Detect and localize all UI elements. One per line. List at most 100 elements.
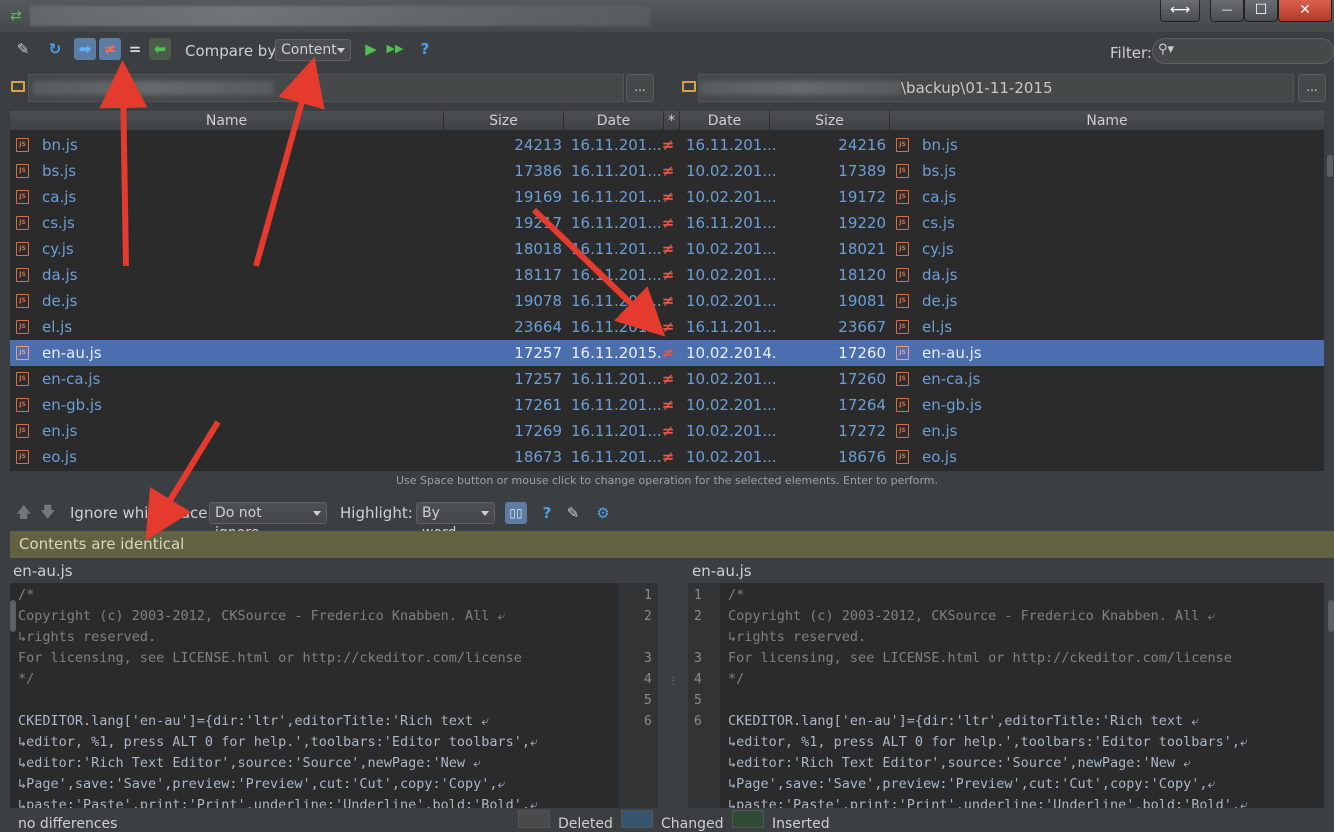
right-code-line: ↳rights reserved. xyxy=(728,629,867,645)
show-right-newer-toggle[interactable]: ⬅ xyxy=(149,38,171,60)
right-file-date: 10.02.201... xyxy=(686,188,776,206)
header-left-size[interactable]: Size xyxy=(444,111,564,131)
table-row[interactable]: JS en-au.js 17257 16.11.2015... ≠ 10.02.2014.… xyxy=(10,340,1324,366)
right-file-size: 17260 xyxy=(838,370,886,388)
show-different-toggle[interactable]: ≠ xyxy=(99,38,121,60)
left-code-line: For licensing, see LICENSE.html or http:… xyxy=(18,650,522,666)
resize-button[interactable]: ⟷ xyxy=(1160,0,1200,22)
right-file-name: bn.js xyxy=(922,136,958,154)
left-file-date: 16.11.201... xyxy=(571,422,662,440)
refresh-icon[interactable]: ↻ xyxy=(44,38,66,60)
prev-diff-icon[interactable]: 🡅 xyxy=(16,502,31,527)
left-file-size: 17257 xyxy=(514,370,562,388)
diff-help-icon[interactable]: ? xyxy=(536,502,558,524)
table-row[interactable]: JS da.js 18117 16.11.201... ≠ 10.02.201... 181… xyxy=(10,262,1324,288)
right-code-line: ↳editor:'Rich Text Editor',source:'Sourc… xyxy=(728,755,1191,771)
left-file-icon: JS xyxy=(16,320,29,334)
minimize-button[interactable]: — xyxy=(1210,0,1244,22)
left-code-line: ↳editor, %1, press ALT 0 for help.',tool… xyxy=(18,734,538,750)
table-row[interactable]: JS en-gb.js 17261 16.11.201... ≠ 10.02.201...… xyxy=(10,392,1324,418)
left-file-date: 16.11.201... xyxy=(571,370,662,388)
help-icon[interactable]: ? xyxy=(414,38,436,60)
left-path-input[interactable] xyxy=(28,74,624,102)
right-code-line: */ xyxy=(728,671,745,687)
left-file-name: ca.js xyxy=(42,188,77,206)
ignore-whitespace-dropdown[interactable]: Do not ignore xyxy=(209,502,327,541)
left-file-size: 17269 xyxy=(514,422,562,440)
left-path-blurred xyxy=(33,81,273,95)
left-editor[interactable]: /* Copyright (c) 2003-2012, CKSource - Fr… xyxy=(10,583,618,808)
line-number: 5 xyxy=(694,693,702,708)
divider-handle[interactable]: ⋮ xyxy=(668,676,678,687)
header-left-date[interactable]: Date xyxy=(564,111,664,131)
table-row[interactable]: JS bs.js 17386 16.11.201... ≠ 10.02.201... 173… xyxy=(10,158,1324,184)
left-code-line: /* xyxy=(18,587,35,603)
left-file-icon: JS xyxy=(16,346,29,360)
operation-hint: Use Space button or mouse click to chang… xyxy=(10,471,1324,491)
table-row[interactable]: JS bn.js 24213 16.11.201... ≠ 16.11.201... 242… xyxy=(10,132,1324,158)
left-file-size: 17261 xyxy=(514,396,562,414)
right-file-date: 10.02.201... xyxy=(686,396,776,414)
left-file-label: en-au.js xyxy=(13,562,73,580)
settings-icon[interactable]: ⚙ xyxy=(592,502,614,524)
edit-icon[interactable]: ✎ xyxy=(12,38,34,60)
edit-source-icon[interactable]: ✎ xyxy=(562,502,584,524)
table-row[interactable]: JS cy.js 18018 16.11.201... ≠ 10.02.201... 180… xyxy=(10,236,1324,262)
right-file-icon: JS xyxy=(896,138,909,152)
header-left-name[interactable]: Name xyxy=(10,111,444,131)
right-file-name: bs.js xyxy=(922,162,957,180)
line-number: 4 xyxy=(644,672,652,687)
left-editor-scrollbar[interactable] xyxy=(10,600,16,632)
left-file-date: 16.11.201... xyxy=(571,240,662,258)
right-file-icon: JS xyxy=(896,346,909,360)
header-right-name[interactable]: Name xyxy=(890,111,1324,131)
next-diff-icon[interactable]: 🡇 xyxy=(40,502,55,527)
table-scrollbar-thumb[interactable] xyxy=(1327,155,1333,177)
highlight-dropdown[interactable]: By word xyxy=(416,502,495,541)
side-by-side-icon[interactable]: ▯▯ xyxy=(505,502,527,524)
right-file-name: en-au.js xyxy=(922,344,982,362)
close-button[interactable]: ✕ xyxy=(1278,0,1332,22)
right-file-name: cs.js xyxy=(922,214,955,232)
header-operation[interactable]: * xyxy=(664,111,680,131)
right-file-size: 17264 xyxy=(838,396,886,414)
chevron-down-icon xyxy=(481,511,489,516)
filter-input[interactable]: ⚲▾ xyxy=(1152,38,1334,64)
operation-neq: ≠ xyxy=(661,240,675,258)
right-editor-scrollbar[interactable] xyxy=(1328,600,1334,632)
line-number: 2 xyxy=(644,609,652,624)
table-row[interactable]: JS eo.js 18673 16.11.201... ≠ 10.02.201... 186… xyxy=(10,444,1324,470)
operation-neq: ≠ xyxy=(661,162,675,180)
show-left-newer-toggle[interactable]: ➡ xyxy=(74,38,96,60)
show-equal-toggle[interactable]: = xyxy=(124,38,146,60)
operation-neq: ≠ xyxy=(661,188,675,206)
right-code-line: Copyright (c) 2003-2012, CKSource - Fred… xyxy=(728,608,1216,624)
left-browse-button[interactable]: ... xyxy=(626,74,654,102)
maximize-button[interactable]: ☐ xyxy=(1244,0,1278,22)
table-row[interactable]: JS de.js 19078 16.11.201... ≠ 10.02.201... 190… xyxy=(10,288,1324,314)
table-row[interactable]: JS cs.js 19217 16.11.201... ≠ 16.11.201... 192… xyxy=(10,210,1324,236)
sync-all-icon[interactable]: ▶▶ xyxy=(384,38,406,60)
table-row[interactable]: JS ca.js 19169 16.11.201... ≠ 10.02.201... 191… xyxy=(10,184,1324,210)
table-scrollbar[interactable] xyxy=(1326,131,1334,471)
left-file-icon: JS xyxy=(16,450,29,464)
table-row[interactable]: JS en-ca.js 17257 16.11.201... ≠ 10.02.201...… xyxy=(10,366,1324,392)
right-path-input[interactable]: \backup\01-11-2015 xyxy=(698,74,1294,102)
operation-neq: ≠ xyxy=(661,344,675,362)
line-number: 3 xyxy=(644,651,652,666)
ignore-whitespace-label: Ignore whitespace: xyxy=(70,504,213,522)
left-file-date: 16.11.201... xyxy=(571,188,662,206)
header-right-date[interactable]: Date xyxy=(680,111,770,131)
table-row[interactable]: JS el.js 23664 16.11.201... ≠ 16.11.201... 236… xyxy=(10,314,1324,340)
right-editor[interactable]: /* Copyright (c) 2003-2012, CKSource - Fr… xyxy=(720,583,1324,808)
left-file-date: 16.11.201... xyxy=(571,162,662,180)
right-file-icon: JS xyxy=(896,242,909,256)
left-file-date: 16.11.201... xyxy=(571,214,662,232)
table-row[interactable]: JS en.js 17269 16.11.201... ≠ 10.02.201... 172… xyxy=(10,418,1324,444)
operation-neq: ≠ xyxy=(661,136,675,154)
header-right-size[interactable]: Size xyxy=(770,111,890,131)
sync-selected-icon[interactable]: ▶ xyxy=(360,38,382,60)
left-file-date: 16.11.201... xyxy=(571,266,662,284)
compare-by-dropdown[interactable]: Content xyxy=(275,39,351,61)
right-browse-button[interactable]: ... xyxy=(1298,74,1326,102)
